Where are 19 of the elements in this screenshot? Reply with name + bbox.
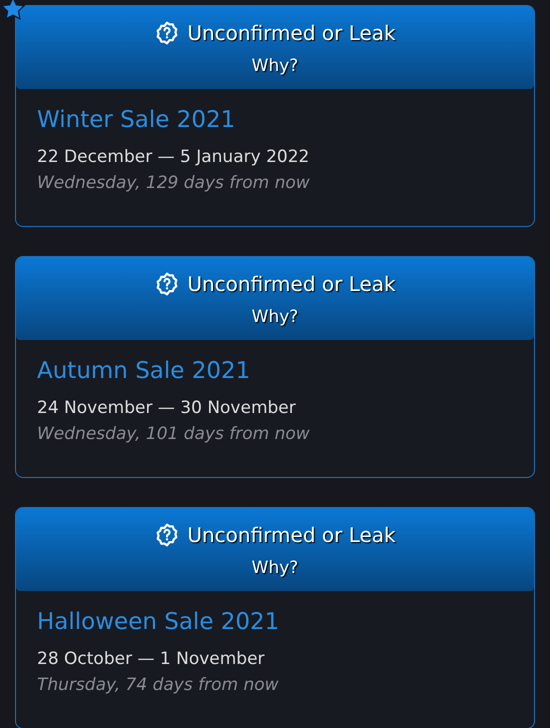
why-link[interactable]: Why?: [252, 558, 298, 578]
why-link[interactable]: Why?: [252, 306, 298, 326]
relative-date: Wednesday, 101 days from now: [37, 424, 311, 444]
question-badge-icon: [154, 270, 180, 296]
status-label: Unconfirmed or Leak: [187, 20, 396, 44]
sale-dates: 28 October — 1 November: [37, 649, 266, 669]
sale-title[interactable]: Autumn Sale 2021: [37, 358, 513, 384]
why-link[interactable]: Why?: [252, 56, 298, 76]
question-badge-icon: [154, 20, 180, 46]
sale-dates: 22 December — 5 January 2022: [37, 147, 310, 167]
status-label: Unconfirmed or Leak: [187, 522, 396, 546]
relative-date: Thursday, 74 days from now: [37, 675, 280, 695]
star-icon[interactable]: [0, 0, 26, 22]
sale-title[interactable]: Halloween Sale 2021: [37, 609, 513, 635]
question-badge-icon: [154, 522, 180, 548]
relative-date: Wednesday, 129 days from now: [37, 173, 311, 193]
status-label: Unconfirmed or Leak: [187, 272, 396, 296]
sale-dates: 24 November — 30 November: [37, 398, 297, 418]
sale-title[interactable]: Winter Sale 2021: [37, 107, 513, 133]
